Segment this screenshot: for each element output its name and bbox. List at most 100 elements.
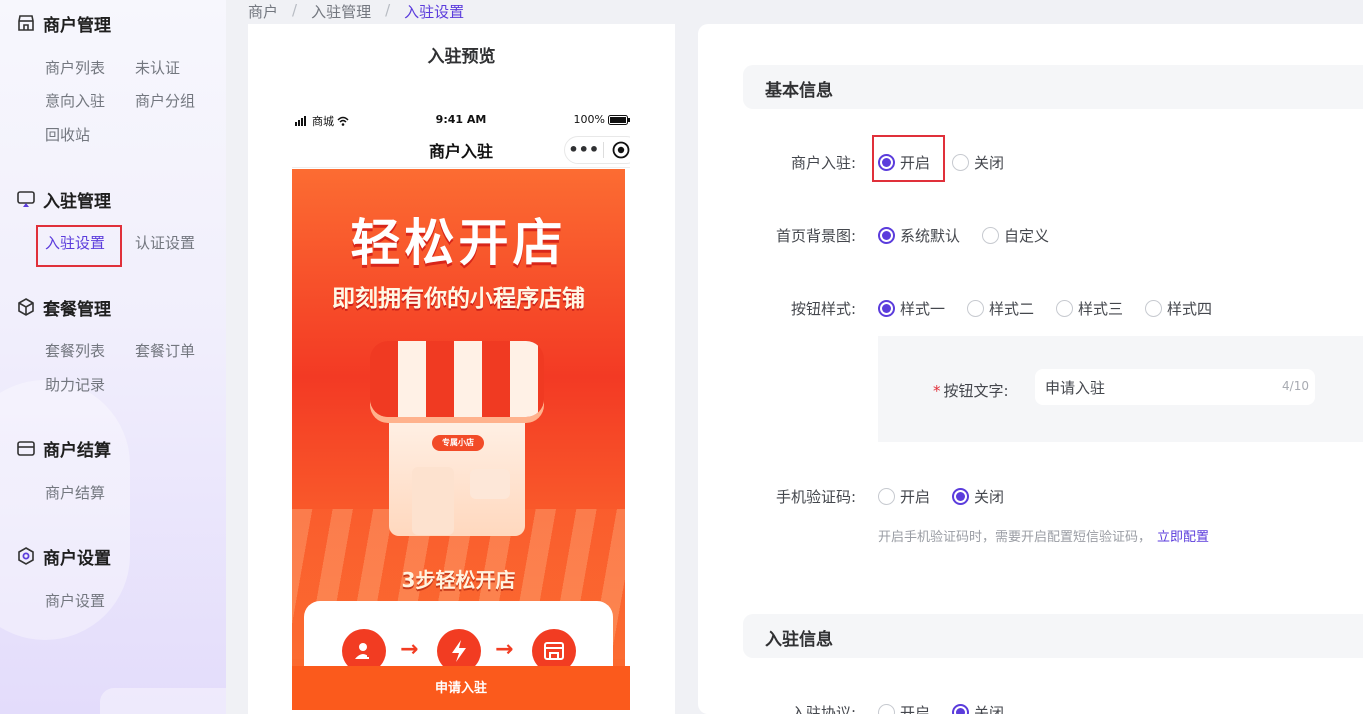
- preview-title: 入驻预览: [427, 47, 496, 67]
- radio-option-off[interactable]: 关闭: [952, 486, 1004, 507]
- breadcrumb-item[interactable]: 商户: [248, 1, 278, 22]
- radio-option-off[interactable]: 关闭: [952, 702, 1004, 714]
- steps-title: 3步轻松开店: [401, 568, 516, 592]
- sidebar-item-merchant-list[interactable]: 商户列表: [45, 58, 105, 78]
- agreement-row: 入驻协议: 开启 关闭: [698, 700, 1363, 714]
- radio-unchecked[interactable]: [982, 226, 1000, 244]
- radio-checked[interactable]: [878, 226, 895, 244]
- agreement-label: 入驻协议:: [790, 704, 856, 714]
- sidebar-group-header[interactable]: 商户管理: [16, 11, 111, 36]
- radio-option-style-1[interactable]: 样式一: [878, 298, 945, 319]
- button-style-label: 按钮样式:: [790, 300, 856, 318]
- sidebar-item-recycle-bin[interactable]: 回收站: [45, 125, 90, 145]
- radio-option-style-4[interactable]: 样式四: [1145, 298, 1212, 319]
- configure-now-link[interactable]: 立即配置: [1157, 530, 1209, 545]
- radio-label: 样式四: [1167, 299, 1213, 318]
- sidebar: 商户管理 商户列表 未认证 意向入驻 商户分组 回收站 入驻管理 入驻设置 认证…: [0, 0, 226, 714]
- shop-sign: 专属小店: [432, 435, 484, 451]
- sidebar-item-settlement[interactable]: 商户结算: [45, 483, 105, 503]
- highlight-box: [36, 225, 122, 267]
- button-text-label: * 按钮文字:: [933, 380, 1009, 401]
- sms-hint: 开启手机验证码时，需要开启配置短信验证码， 立即配置: [878, 526, 1209, 545]
- sidebar-item-unverified[interactable]: 未认证: [135, 58, 180, 78]
- sidebar-item-package-orders[interactable]: 套餐订单: [135, 341, 195, 361]
- gear-icon: [16, 546, 36, 566]
- radio-label: 关闭: [974, 487, 1005, 506]
- home-background-radio-group: 系统默认 自定义: [878, 223, 1071, 247]
- button-text-value[interactable]: 申请入驻: [1045, 377, 1105, 398]
- agreement-radio-group: 开启 关闭: [878, 700, 1026, 714]
- radio-unchecked[interactable]: [878, 487, 895, 505]
- radio-option-on[interactable]: 开启: [878, 702, 930, 714]
- shop-door: [412, 467, 454, 535]
- radio-label: 开启: [900, 153, 931, 172]
- radio-label: 开启: [900, 487, 931, 506]
- card-icon: [16, 438, 36, 458]
- sidebar-item-intent-join[interactable]: 意向入驻: [45, 91, 105, 111]
- radio-label: 样式一: [900, 299, 946, 318]
- radio-option-on[interactable]: 开启: [878, 152, 930, 173]
- sidebar-group-title: 入驻管理: [43, 191, 111, 212]
- breadcrumb-separator: /: [292, 1, 298, 19]
- radio-option-style-2[interactable]: 样式二: [967, 298, 1034, 319]
- sidebar-item-verify-settings[interactable]: 认证设置: [135, 233, 195, 253]
- button-text-subpanel: * 按钮文字: 申请入驻 4/10: [878, 336, 1363, 442]
- battery-icon: [608, 114, 630, 125]
- radio-unchecked[interactable]: [878, 703, 895, 714]
- sidebar-group-title: 商户设置: [43, 548, 111, 569]
- section-title: 入驻信息: [765, 630, 833, 650]
- radio-label: 系统默认: [900, 226, 961, 245]
- radio-option-default[interactable]: 系统默认: [878, 225, 960, 246]
- radio-label: 样式三: [1078, 299, 1124, 318]
- radio-option-off[interactable]: 关闭: [952, 152, 1004, 173]
- home-background-row: 首页背景图: 系统默认 自定义: [698, 223, 1363, 247]
- radio-unchecked[interactable]: [952, 153, 970, 171]
- sidebar-group-header[interactable]: 商户结算: [16, 436, 111, 461]
- section-header-join-info: 入驻信息: [743, 614, 1363, 658]
- radio-label: 关闭: [974, 703, 1005, 714]
- merchant-join-radio-group: 开启 关闭: [878, 150, 1026, 174]
- radio-label: 开启: [900, 703, 931, 714]
- shop-awning: [370, 341, 544, 417]
- radio-option-on[interactable]: 开启: [878, 486, 930, 507]
- monitor-icon: [16, 189, 36, 209]
- sidebar-group-header[interactable]: 商户设置: [16, 544, 111, 569]
- phone-mockup: 商城 9:41 AM 100% 商户入驻 ••• 轻松开店 即刻拥有你的小程序店…: [292, 110, 630, 710]
- promo-banner: 轻松开店 即刻拥有你的小程序店铺 专属小店 3步轻松开店 → →: [292, 169, 625, 689]
- radio-checked[interactable]: [952, 703, 970, 714]
- radio-checked[interactable]: [878, 299, 895, 317]
- sidebar-group-title: 商户结算: [43, 440, 111, 461]
- sidebar-item-assist-records[interactable]: 助力记录: [45, 375, 105, 395]
- radio-checked[interactable]: [878, 153, 895, 171]
- battery-label: 100%: [573, 113, 605, 126]
- sms-code-row: 手机验证码: 开启 关闭: [698, 484, 1363, 508]
- radio-option-style-3[interactable]: 样式三: [1056, 298, 1123, 319]
- radio-unchecked[interactable]: [1056, 299, 1074, 317]
- sidebar-group-header[interactable]: 套餐管理: [16, 295, 111, 320]
- breadcrumb-separator: /: [385, 1, 391, 19]
- radio-unchecked[interactable]: [967, 299, 985, 317]
- store-icon: [16, 13, 36, 33]
- sidebar-group-header[interactable]: 入驻管理: [16, 187, 111, 212]
- sidebar-item-merchant-group[interactable]: 商户分组: [135, 91, 195, 111]
- radio-label: 自定义: [1004, 226, 1050, 245]
- sidebar-item-package-list[interactable]: 套餐列表: [45, 341, 105, 361]
- radio-option-custom[interactable]: 自定义: [982, 225, 1049, 246]
- cube-icon: [16, 297, 36, 317]
- apply-join-button[interactable]: 申请入驻: [292, 666, 630, 710]
- required-asterisk: *: [933, 382, 941, 400]
- arrow-right-icon: →: [400, 637, 419, 662]
- radio-checked[interactable]: [952, 487, 970, 505]
- breadcrumb: 商户 / 入驻管理 / 入驻设置: [248, 1, 464, 22]
- home-background-label: 首页背景图:: [775, 227, 856, 245]
- phone-status-bar: 商城 9:41 AM 100%: [292, 110, 630, 130]
- status-right: 100%: [574, 113, 630, 126]
- sidebar-item-settings[interactable]: 商户设置: [45, 591, 105, 611]
- button-text-input[interactable]: 申请入驻 4/10: [1035, 369, 1315, 405]
- radio-unchecked[interactable]: [1145, 299, 1163, 317]
- section-header-basic: 基本信息: [743, 65, 1363, 109]
- breadcrumb-item[interactable]: 入驻管理: [311, 1, 371, 22]
- more-icon: •••: [568, 140, 600, 159]
- arrow-right-icon: →: [495, 637, 514, 662]
- merchant-join-row: 商户入驻: 开启 关闭: [698, 150, 1363, 174]
